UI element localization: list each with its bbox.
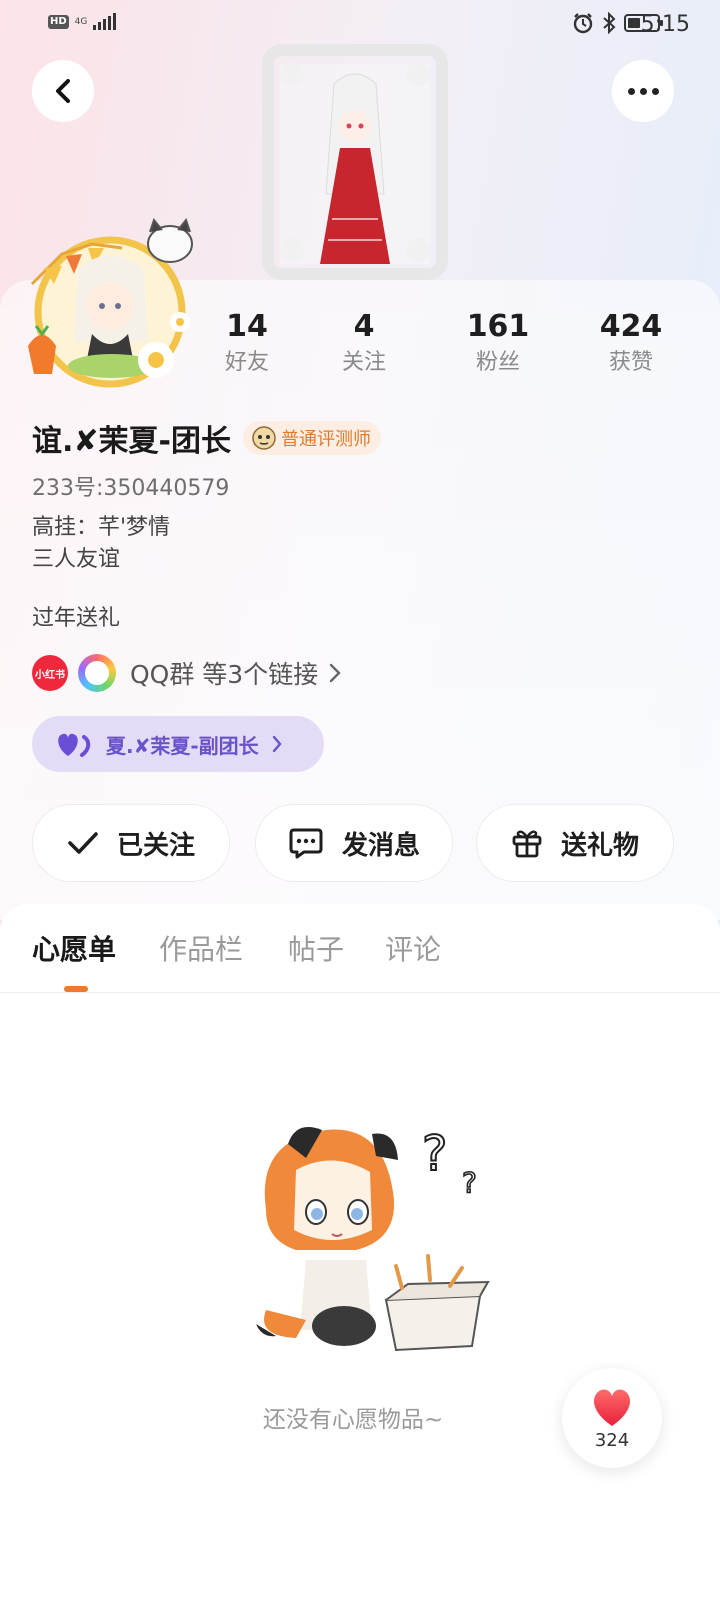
user-id: 233号:350440579 xyxy=(32,476,230,501)
bio-line: 高挂：芊'梦情 xyxy=(32,515,171,540)
stat-followers[interactable]: 161 粉丝 xyxy=(438,308,558,380)
profile-stats: 14 好友 4 关注 161 粉丝 424 获赞 xyxy=(190,308,700,388)
like-count: 324 xyxy=(594,1429,630,1451)
nickname: 谊.✘茉夏-团长 xyxy=(32,424,231,459)
reviewer-badge[interactable]: 普通评测师 xyxy=(242,421,381,455)
links-label: QQ群 等3个链接 xyxy=(130,660,319,689)
message-label: 发消息 xyxy=(341,830,420,861)
like-button[interactable]: 324 xyxy=(562,1368,662,1468)
back-button[interactable] xyxy=(32,60,94,122)
bio: 高挂：芊'梦情 三人友谊 xyxy=(32,512,170,576)
clock: 5:15 xyxy=(640,12,690,37)
stat-value: 424 xyxy=(599,309,663,344)
svg-text:?: ? xyxy=(422,1126,447,1182)
reviewer-badge-icon xyxy=(252,426,276,450)
following-label: 已关注 xyxy=(116,830,195,861)
heart-pair-icon xyxy=(58,733,91,757)
name-row: 谊.✘茉夏-团长 普通评测师 xyxy=(32,416,381,460)
stat-label: 粉丝 xyxy=(475,350,520,375)
stat-likes[interactable]: 424 获赞 xyxy=(571,308,691,380)
tab-wishlist[interactable]: 心愿单 xyxy=(32,928,116,968)
back-arrow-icon xyxy=(56,79,70,103)
bluetooth-icon xyxy=(603,12,616,34)
tabs-divider xyxy=(0,992,720,993)
following-button[interactable]: 已关注 xyxy=(32,804,230,882)
stat-value: 14 xyxy=(226,309,268,344)
stat-following[interactable]: 4 关注 xyxy=(304,308,424,380)
stat-value: 4 xyxy=(353,309,375,344)
showcase-outfit-image xyxy=(262,44,448,280)
badge-label: 普通评测师 xyxy=(280,429,371,450)
more-button[interactable] xyxy=(612,60,674,122)
gift-icon xyxy=(512,830,542,858)
avatar[interactable] xyxy=(22,214,198,390)
group-role-chip[interactable]: 夏.✘茉夏-副团长 xyxy=(32,716,324,772)
tab-posts[interactable]: 帖子 xyxy=(288,928,344,968)
gift-note: 过年送礼 xyxy=(32,606,121,631)
hd-indicator: HD xyxy=(48,15,69,29)
stat-value: 161 xyxy=(466,309,530,344)
chevron-right-icon xyxy=(272,735,282,753)
tab-comments[interactable]: 评论 xyxy=(385,928,441,968)
more-dots-icon xyxy=(627,87,659,95)
gift-label: 送礼物 xyxy=(560,830,639,861)
tab-works[interactable]: 作品栏 xyxy=(159,928,243,968)
heart-icon xyxy=(593,1388,631,1426)
chevron-right-icon xyxy=(330,663,341,683)
check-icon xyxy=(68,832,98,854)
stat-label: 好友 xyxy=(224,350,269,375)
alarm-icon xyxy=(573,13,593,34)
svg-text:?: ? xyxy=(462,1166,477,1199)
network-type: 4G xyxy=(74,16,88,27)
xiaohongshu-icon: 小红书 xyxy=(32,655,68,691)
message-button[interactable]: 发消息 xyxy=(255,804,453,882)
signal-icon xyxy=(93,13,117,30)
stat-friends[interactable]: 14 好友 xyxy=(187,308,307,380)
chat-bubble-icon xyxy=(289,828,323,859)
external-links[interactable]: 小红书 QQ群 等3个链接 xyxy=(32,654,342,692)
stat-label: 获赞 xyxy=(608,350,653,375)
send-gift-button[interactable]: 送礼物 xyxy=(476,804,674,882)
qq-group-icon xyxy=(78,654,116,692)
bio-line: 三人友谊 xyxy=(32,547,121,572)
stat-label: 关注 xyxy=(341,350,386,375)
empty-state-illustration: ? ? xyxy=(256,1125,490,1352)
group-role-label: 夏.✘茉夏-副团长 xyxy=(106,733,259,758)
